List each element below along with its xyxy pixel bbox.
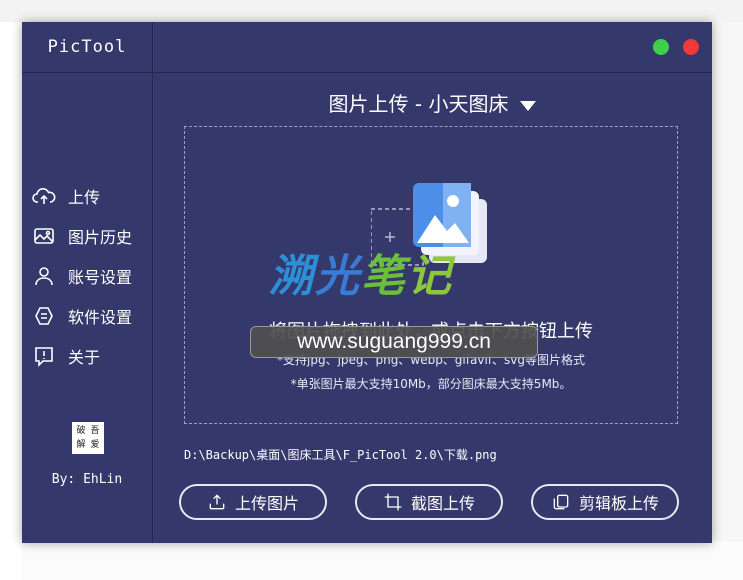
sidebar-item-label: 上传 — [68, 188, 101, 207]
upload-mode-selector[interactable]: 图片上传 - 小天图床 — [153, 88, 712, 117]
clipboard-upload-button[interactable]: 剪辑板上传 — [531, 484, 679, 520]
sidebar-item-about[interactable]: 关于 — [32, 336, 132, 376]
sidebar: PicTool 上传 图片历史 账号设置 软件设置 关于 破 吾 解 爱 By:… — [22, 22, 153, 543]
watermark-char: 光 — [315, 251, 361, 302]
watermark-char: 笔 — [361, 251, 407, 302]
logo-char: 解 — [76, 440, 86, 450]
sidebar-item-label: 图片历史 — [68, 228, 133, 247]
sidebar-item-label: 关于 — [68, 348, 101, 367]
logo-char: 破 — [76, 426, 86, 436]
logo: 破 吾 解 爱 — [72, 422, 104, 454]
upload-icon — [209, 494, 225, 510]
watermark-char: 溯 — [269, 251, 315, 302]
crop-icon — [384, 493, 402, 511]
clipboard-upload-label: 剪辑板上传 — [578, 494, 659, 513]
watermark-url: www.suguang999.cn — [250, 326, 538, 358]
sidebar-item-settings[interactable]: 软件设置 — [32, 296, 132, 336]
close-button[interactable] — [683, 39, 699, 55]
background-window-strip-right — [712, 22, 743, 542]
settings-icon — [35, 307, 53, 325]
sidebar-item-label: 软件设置 — [68, 308, 133, 327]
clipboard-icon — [553, 494, 569, 510]
size-hint: *单张图片最大支持10Mb，部分图床最大支持5Mb。 — [290, 377, 572, 391]
title-bar — [153, 22, 712, 73]
upload-image-label: 上传图片 — [234, 494, 299, 513]
app-title: PicTool — [22, 22, 152, 73]
info-icon — [35, 347, 53, 367]
logo-char: 吾 — [90, 426, 100, 436]
watermark-char: 记 — [407, 251, 453, 302]
screenshot-upload-button[interactable]: 截图上传 — [355, 484, 503, 520]
sidebar-item-label: 账号设置 — [68, 268, 133, 287]
app-window: PicTool 上传 图片历史 账号设置 软件设置 关于 破 吾 解 爱 By:… — [22, 22, 712, 543]
upload-image-button[interactable]: 上传图片 — [179, 484, 327, 520]
file-path: D:\Backup\桌面\图床工具\F_PicTool 2.0\下载.png — [184, 448, 497, 462]
user-icon — [35, 267, 53, 286]
sidebar-item-account[interactable]: 账号设置 — [32, 256, 132, 296]
chevron-down-icon — [520, 100, 537, 111]
sidebar-item-upload[interactable]: 上传 — [32, 176, 132, 216]
sidebar-nav: 上传 图片历史 账号设置 软件设置 关于 — [32, 176, 132, 376]
author-credit: By: EhLin — [51, 472, 123, 487]
cloud-upload-icon — [32, 188, 56, 204]
screenshot-upload-label: 截图上传 — [410, 494, 475, 513]
action-bar: 上传图片 截图上传 剪辑板上传 — [179, 484, 679, 520]
logo-char: 爱 — [90, 440, 100, 450]
background-window-strip-bottom — [22, 543, 743, 580]
upload-mode-label: 图片上传 - 小天图床 — [328, 92, 509, 116]
image-history-icon — [34, 228, 54, 244]
sidebar-item-history[interactable]: 图片历史 — [32, 216, 132, 256]
background-window-strip — [0, 0, 743, 22]
watermark-logo: 溯光笔记 — [269, 240, 453, 304]
minimize-button[interactable] — [653, 39, 669, 55]
